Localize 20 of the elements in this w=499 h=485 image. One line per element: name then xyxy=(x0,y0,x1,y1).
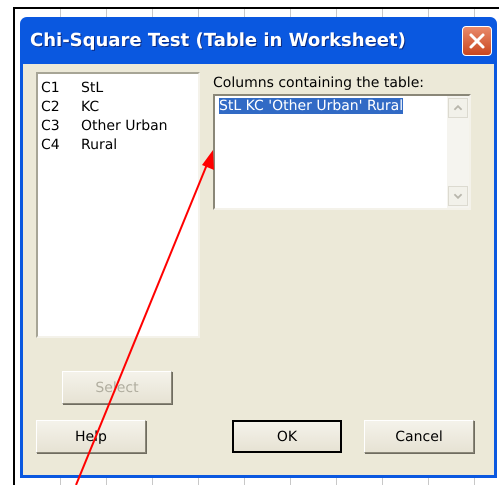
ok-button[interactable]: OK xyxy=(232,420,342,453)
scroll-down-icon[interactable] xyxy=(448,186,468,206)
cancel-button[interactable]: Cancel xyxy=(364,420,474,453)
column-name: KC xyxy=(81,98,100,117)
columns-field[interactable]: StL KC 'Other Urban' Rural xyxy=(213,94,471,210)
field-value: StL KC 'Other Urban' Rural xyxy=(219,98,404,114)
variable-list[interactable]: C1 StL C2 KC C3 Other Urban C4 Rural xyxy=(36,72,200,338)
close-button[interactable] xyxy=(462,26,492,56)
close-icon xyxy=(468,32,486,50)
window-title: Chi-Square Test (Table in Worksheet) xyxy=(30,30,406,51)
column-id: C4 xyxy=(41,136,61,155)
column-name: Other Urban xyxy=(81,117,168,136)
field-label: Columns containing the table: xyxy=(213,75,426,91)
column-id: C2 xyxy=(41,98,61,117)
column-id: C1 xyxy=(41,79,61,98)
column-name: Rural xyxy=(81,136,118,155)
scroll-up-icon[interactable] xyxy=(448,98,468,118)
column-id: C3 xyxy=(41,117,61,136)
scroll-bar[interactable] xyxy=(447,96,469,208)
column-name: StL xyxy=(81,79,104,98)
